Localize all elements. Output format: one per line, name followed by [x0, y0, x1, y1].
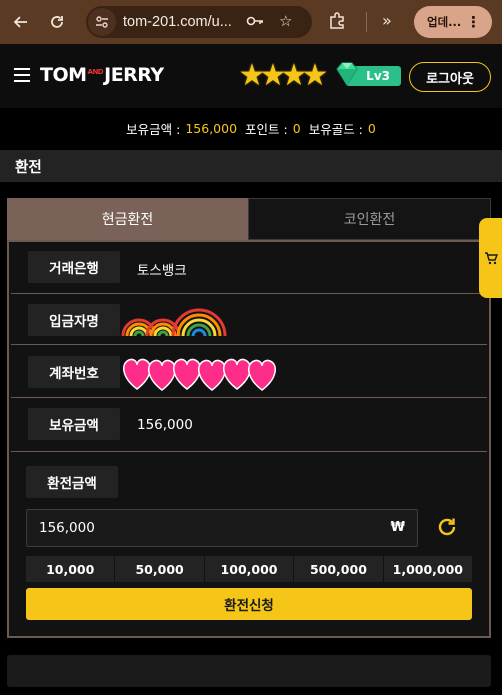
gold-label: 보유골드 :: [308, 121, 363, 137]
won-symbol: ₩: [390, 520, 405, 535]
back-arrow-icon[interactable]: [9, 10, 33, 34]
exchange-amount-input[interactable]: 156,000 ₩: [26, 509, 418, 547]
logo-left: TOM: [40, 64, 87, 86]
money-label: 보유금액 :: [126, 121, 181, 137]
rank-stars: ★ ★ ★ ★: [237, 61, 331, 93]
refresh-icon[interactable]: [436, 516, 458, 538]
exchange-tabs: 현금환전 코인환전: [7, 198, 491, 240]
logo-right: JERRY: [104, 64, 164, 86]
bank-row: 거래은행 토스뱅크: [11, 242, 487, 294]
bookmark-star-icon[interactable]: ☆: [279, 12, 292, 30]
logout-button[interactable]: 로그아웃: [409, 62, 491, 92]
bottom-panel: [7, 655, 491, 687]
balance-bar: 보유금액 :156,000 포인트 :0 보유골드 :0: [0, 108, 502, 148]
site-settings-icon[interactable]: [88, 8, 116, 36]
cart-side-tab[interactable]: [479, 218, 502, 298]
rainbow-emoji-mask: [121, 308, 227, 337]
site-logo[interactable]: TOMANDJERRY: [40, 64, 164, 86]
exchange-amount-label: 환전금액: [26, 466, 118, 498]
bank-value: 토스뱅크: [137, 263, 187, 279]
tab-cash-exchange[interactable]: 현금환전: [7, 198, 248, 240]
url-text[interactable]: tom-201.com/u...: [123, 14, 232, 30]
site-header: TOMANDJERRY ★ ★ ★ ★ Lv3 로그아웃: [0, 44, 502, 108]
address-bar[interactable]: tom-201.com/u... ☆: [86, 6, 312, 38]
star-icon: ★: [301, 58, 329, 93]
quick-amount-500000[interactable]: 500,000: [294, 556, 383, 582]
toolbar-divider: [366, 12, 367, 32]
quick-amount-50000[interactable]: 50,000: [115, 556, 204, 582]
exchange-form: 거래은행 토스뱅크 입금자명 계좌번호 보유금액 156,000 환전금액 15…: [7, 240, 491, 638]
tab-coin-exchange[interactable]: 코인환전: [248, 198, 491, 240]
holding-label: 보유금액: [28, 408, 120, 440]
submit-exchange-button[interactable]: 환전신청: [26, 588, 472, 620]
kebab-menu-icon[interactable]: ⋮: [466, 13, 481, 31]
holding-row: 보유금액 156,000: [11, 398, 487, 452]
depositor-row: 입금자명: [11, 294, 487, 345]
depositor-label: 입금자명: [28, 304, 120, 336]
diamond-icon: [336, 62, 358, 87]
quick-amount-buttons: 10,000 50,000 100,000 500,000 1,000,000: [26, 556, 473, 582]
heart-emoji-mask: [123, 358, 276, 391]
password-key-icon[interactable]: [246, 14, 264, 32]
quick-amount-1000000[interactable]: 1,000,000: [383, 556, 473, 582]
account-row: 계좌번호: [11, 345, 487, 398]
update-label: 업데...: [427, 15, 462, 29]
cart-icon: [484, 252, 498, 265]
bank-label: 거래은행: [28, 251, 120, 283]
extensions-icon[interactable]: [328, 12, 346, 35]
gold-value: 0: [367, 120, 376, 136]
money-value: 156,000: [185, 120, 238, 136]
reload-icon[interactable]: [45, 10, 69, 34]
logo-and: AND: [87, 67, 104, 76]
account-label: 계좌번호: [28, 356, 120, 388]
point-value: 0: [292, 120, 301, 136]
point-label: 포인트 :: [245, 121, 288, 137]
browser-toolbar: tom-201.com/u... ☆ » 업데... ⋮: [0, 0, 502, 44]
amount-value: 156,000: [39, 520, 95, 536]
page-title: 환전: [0, 150, 502, 182]
hamburger-menu-icon[interactable]: [14, 68, 30, 82]
holding-value: 156,000: [137, 417, 193, 433]
update-button[interactable]: 업데... ⋮: [414, 6, 492, 38]
chevron-double-right-icon[interactable]: »: [382, 11, 392, 30]
quick-amount-100000[interactable]: 100,000: [204, 556, 294, 582]
quick-amount-10000[interactable]: 10,000: [26, 556, 115, 582]
